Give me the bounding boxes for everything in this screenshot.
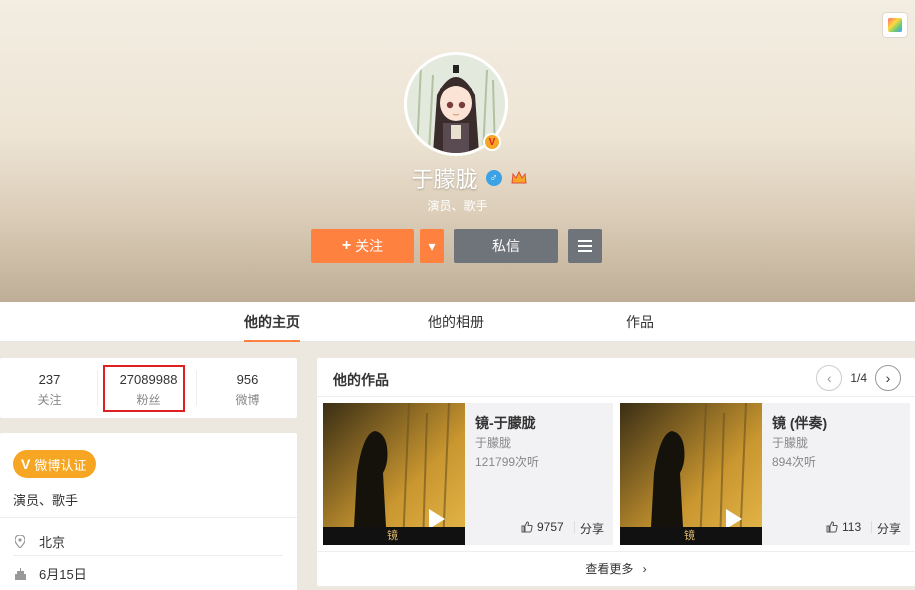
verify-badge-button[interactable]: V 微博认证 xyxy=(13,450,97,478)
like-count: 113 xyxy=(842,520,862,534)
page-indicator: 1/4 xyxy=(850,371,867,385)
chevron-right-icon[interactable]: › xyxy=(875,365,901,391)
thumbs-up-icon xyxy=(826,521,838,533)
divider xyxy=(97,370,98,406)
work-plays: 894次听 xyxy=(772,455,817,469)
works-pager: ‹ 1/4 › xyxy=(816,365,901,391)
divider xyxy=(317,396,915,397)
profile-actions: + 关注 ▾ 私信 xyxy=(0,229,915,263)
divider xyxy=(317,551,915,552)
works-card: 他的作品 ‹ 1/4 › 镜 镜-于朦胧 于朦胧 121799次听 9757 分… xyxy=(317,358,915,586)
message-button[interactable]: 私信 xyxy=(454,229,558,263)
view-more-label: 查看更多 xyxy=(585,562,634,576)
profile-name: 于朦胧 xyxy=(411,167,478,192)
divider xyxy=(574,521,575,533)
verified-badge-icon: V xyxy=(483,133,501,151)
highlight-box xyxy=(103,365,185,412)
stat-following[interactable]: 237 关注 xyxy=(0,358,99,418)
like-button[interactable]: 113 xyxy=(826,520,861,534)
cover-caption: 镜 xyxy=(387,530,398,542)
skin-icon xyxy=(888,18,902,32)
location-icon xyxy=(13,535,27,549)
tab-album[interactable]: 他的相册 xyxy=(428,302,484,342)
tab-home[interactable]: 他的主页 xyxy=(244,302,300,342)
work-cover[interactable]: 镜 xyxy=(620,403,762,545)
like-count: 9757 xyxy=(537,520,564,534)
divider xyxy=(871,521,872,533)
location-text: 北京 xyxy=(39,535,66,550)
chevron-down-icon: ▾ xyxy=(428,237,436,254)
work-item[interactable]: 镜 镜 (伴奏) 于朦胧 894次听 113 分享 xyxy=(620,403,910,545)
share-button[interactable]: 分享 xyxy=(877,520,901,537)
verify-description: 演员、歌手 xyxy=(13,493,79,508)
birthday-cake-icon xyxy=(13,567,27,581)
tab-works[interactable]: 作品 xyxy=(626,302,654,342)
thumbs-up-icon xyxy=(521,521,533,533)
info-card: V 微博认证 演员、歌手 北京 6月15日 xyxy=(0,433,297,590)
work-plays: 121799次听 xyxy=(475,455,540,469)
work-title[interactable]: 镜 (伴奏) xyxy=(772,413,827,433)
follow-dropdown-button[interactable]: ▾ xyxy=(420,229,444,263)
follow-button[interactable]: + 关注 xyxy=(311,229,414,263)
cover-caption: 镜 xyxy=(684,530,695,542)
divider xyxy=(0,517,297,518)
work-item[interactable]: 镜 镜-于朦胧 于朦胧 121799次听 9757 分享 xyxy=(323,403,613,545)
work-artist: 于朦胧 xyxy=(475,436,512,450)
stat-label: 关注 xyxy=(37,393,62,407)
menu-icon xyxy=(578,240,592,252)
play-icon[interactable] xyxy=(726,509,742,529)
gender-male-icon: ♂ xyxy=(485,170,502,186)
like-button[interactable]: 9757 xyxy=(521,520,564,534)
birthday-row: 6月15日 xyxy=(13,564,87,583)
verify-label: 微博认证 xyxy=(34,457,87,473)
plus-icon: + xyxy=(341,237,352,254)
verified-badge-icon: V xyxy=(21,456,31,472)
birthday-text: 6月15日 xyxy=(39,567,87,582)
stat-value: 956 xyxy=(236,372,259,387)
crown-icon[interactable] xyxy=(510,170,528,186)
skin-button[interactable] xyxy=(882,12,908,38)
play-icon[interactable] xyxy=(429,509,445,529)
chevron-right-icon: › xyxy=(642,562,647,576)
message-label: 私信 xyxy=(492,238,520,254)
chevron-left-icon[interactable]: ‹ xyxy=(816,365,843,391)
more-menu-button[interactable] xyxy=(568,229,602,263)
work-cover[interactable]: 镜 xyxy=(323,403,465,545)
divider xyxy=(13,555,283,556)
follow-label: 关注 xyxy=(355,238,384,254)
work-artist: 于朦胧 xyxy=(772,436,809,450)
profile-intro: 演员、歌手 xyxy=(427,199,488,213)
name-row: 于朦胧 ♂ xyxy=(0,162,915,194)
profile-tabbar: 他的主页 他的相册 作品 xyxy=(0,302,915,342)
stat-value: 237 xyxy=(38,372,61,387)
divider xyxy=(196,370,197,406)
stat-posts[interactable]: 956 微博 xyxy=(198,358,297,418)
location-row: 北京 xyxy=(13,532,65,551)
stat-label: 微博 xyxy=(235,393,260,407)
share-button[interactable]: 分享 xyxy=(580,520,604,537)
view-more-link[interactable]: 查看更多 › xyxy=(317,560,915,577)
works-title: 他的作品 xyxy=(333,372,389,388)
work-title[interactable]: 镜-于朦胧 xyxy=(475,413,536,433)
